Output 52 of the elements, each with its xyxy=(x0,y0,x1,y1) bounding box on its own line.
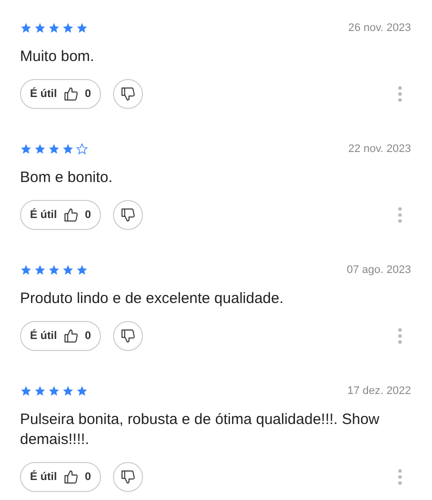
empty-star-icon xyxy=(76,143,88,155)
star-icon xyxy=(34,264,46,276)
helpful-label: É útil xyxy=(30,328,57,344)
review-date: 17 dez. 2022 xyxy=(347,384,411,399)
review-date: 22 nov. 2023 xyxy=(348,142,411,157)
helpful-count: 0 xyxy=(84,470,91,485)
star-icon xyxy=(48,22,60,34)
thumbs-down-icon xyxy=(120,207,136,223)
review-date: 07 ago. 2023 xyxy=(346,262,411,278)
not-helpful-button[interactable] xyxy=(113,79,143,109)
star-icon xyxy=(62,264,74,276)
review-date: 26 nov. 2023 xyxy=(348,20,411,36)
helpful-button[interactable]: É útil 0 xyxy=(20,200,101,230)
helpful-label: É útil xyxy=(30,86,57,102)
review-text: Bom e bonito. xyxy=(20,168,114,188)
star-icon xyxy=(20,143,32,155)
review-text: Pulseira bonita, robusta e de ótima qualidade!!!. Show demais!!!!. xyxy=(20,410,380,450)
star-icon xyxy=(34,143,46,155)
thumbs-up-icon xyxy=(62,469,79,485)
star-icon xyxy=(76,385,88,397)
helpful-count: 0 xyxy=(84,328,91,344)
thumbs-down-icon xyxy=(120,86,136,102)
not-helpful-button[interactable] xyxy=(113,462,143,492)
star-icon xyxy=(48,264,60,276)
star-icon xyxy=(76,22,88,34)
star-icon xyxy=(48,143,60,155)
not-helpful-button[interactable] xyxy=(113,200,143,230)
star-icon xyxy=(20,385,32,397)
review-text: Muito bom. xyxy=(20,47,96,67)
star-icon xyxy=(34,22,46,34)
not-helpful-button[interactable] xyxy=(113,321,143,351)
helpful-button[interactable]: É útil 0 xyxy=(20,321,101,351)
helpful-button[interactable]: É útil 0 xyxy=(20,462,101,492)
review-text: Produto lindo e de excelente qualidade. xyxy=(20,289,285,309)
helpful-label: É útil xyxy=(30,207,57,223)
star-icon xyxy=(62,385,74,397)
helpful-label: É útil xyxy=(30,469,57,485)
thumbs-up-icon xyxy=(62,207,79,223)
thumbs-down-icon xyxy=(120,469,136,485)
star-icon xyxy=(62,143,74,155)
thumbs-up-icon xyxy=(62,328,79,344)
star-icon xyxy=(20,264,32,276)
helpful-button[interactable]: É útil 0 xyxy=(20,79,101,109)
star-icon xyxy=(62,22,74,34)
star-icon xyxy=(48,385,60,397)
thumbs-down-icon xyxy=(120,328,136,344)
star-icon xyxy=(20,22,32,34)
star-icon xyxy=(34,385,46,397)
thumbs-up-icon xyxy=(62,86,79,102)
star-icon xyxy=(76,264,88,276)
helpful-count: 0 xyxy=(84,86,91,102)
helpful-count: 0 xyxy=(84,208,91,223)
